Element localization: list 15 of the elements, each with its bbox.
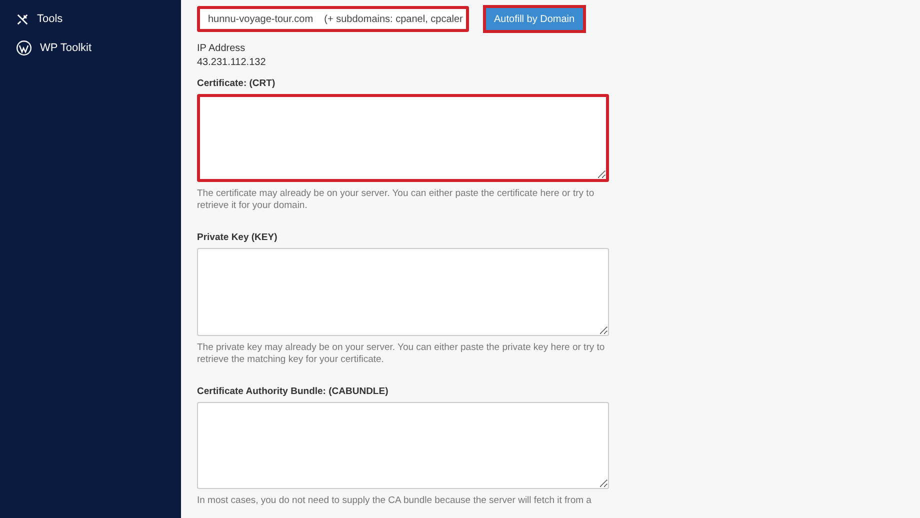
ip-label: IP Address xyxy=(197,43,246,55)
tools-icon xyxy=(16,12,29,26)
field-label: Certificate Authority Bundle: (CABUNDLE) xyxy=(197,386,390,398)
wordpress-icon xyxy=(16,40,32,56)
text-area[interactable] xyxy=(197,94,609,182)
field-label: Certificate: (CRT) xyxy=(197,78,276,90)
sidebar-item[interactable]: Tools xyxy=(0,9,181,29)
domain-select[interactable]: hunnu-voyage-tour.com (+ subdomains: cpanel, cpcaler xyxy=(197,6,469,32)
help-text: In most cases, you do not need to supply the CA bundle because the server will fetch it from a xyxy=(197,495,592,508)
autofill-button[interactable]: Autofill by Domain xyxy=(483,5,586,33)
help-text: The certificate may already be on your server. You can either paste the certificate here or try to retrieve it for your domain. xyxy=(197,188,596,212)
sidebar-item[interactable]: WP Toolkit xyxy=(0,38,181,58)
field-label: Private Key (KEY) xyxy=(197,232,278,244)
help-text: The private key may already be on your server. You can either paste the private key here or try to retrieve the matching key for your certificate. xyxy=(197,342,606,366)
ip-address: 43.231.112.132 xyxy=(197,57,267,69)
